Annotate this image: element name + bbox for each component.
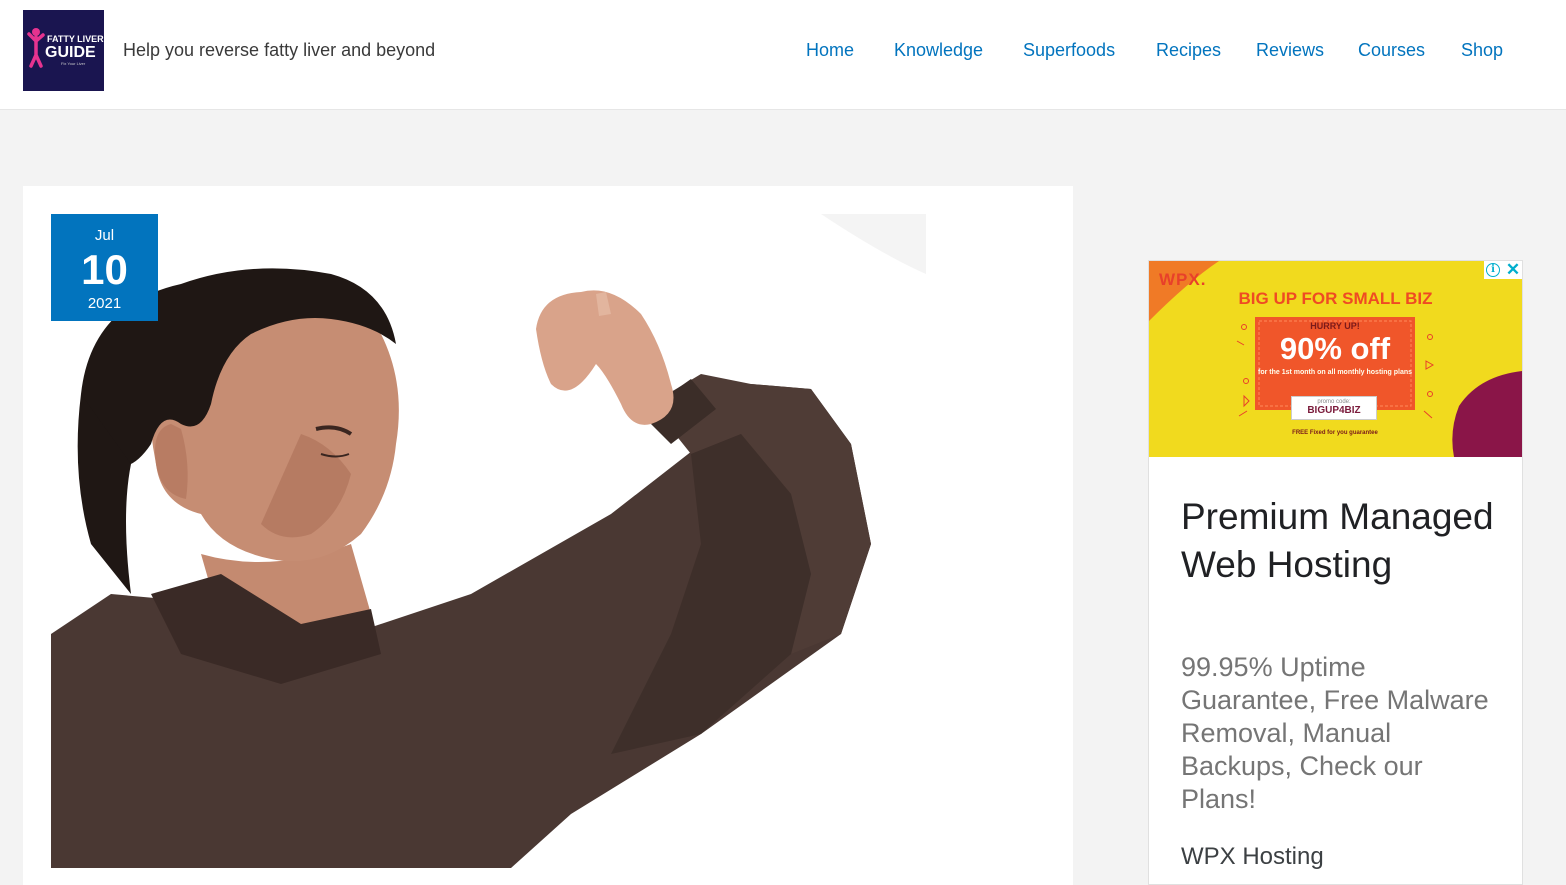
post-date-badge: Jul 10 2021 [51,214,158,321]
ad-banner-hurry: HURRY UP! [1310,321,1360,331]
ad-advertiser[interactable]: WPX Hosting [1181,843,1324,871]
nav-courses[interactable]: Courses [1358,40,1425,61]
ad-info-icon[interactable]: i [1486,263,1500,277]
nav-superfoods[interactable]: Superfoods [1023,40,1115,61]
ad-promo-code: BIGUP4BIZ [1307,405,1361,416]
post-date-year: 2021 [87,295,122,312]
sidebar-ad[interactable]: WPX. BIG UP FOR SMALL BIZ HURRY UP! 90% … [1148,260,1523,885]
ad-banner-headline: BIG UP FOR SMALL BIZ [1238,289,1433,308]
post-date-day: 10 [81,246,128,293]
ad-promo-box: promo code: BIGUP4BIZ [1291,396,1377,420]
featured-image[interactable] [51,214,926,868]
site-header: FATTY LIVER GUIDE Fix Your Liver Help yo… [0,0,1566,110]
ad-close-icon[interactable]: ✕ [1505,261,1521,279]
man-armpit-photo [51,214,926,868]
ad-banner-guarantee: FREE Fixed for you guarantee [1292,430,1378,436]
ad-banner-discount: 90% off [1279,331,1391,366]
nav-recipes[interactable]: Recipes [1156,40,1221,61]
ad-banner-subline: for the 1st month on all monthly hosting… [1258,369,1412,376]
ad-brand-logo: WPX. [1159,270,1207,289]
primary-nav: Home Knowledge Superfoods Recipes Review… [0,40,1566,64]
ad-banner[interactable]: WPX. BIG UP FOR SMALL BIZ HURRY UP! 90% … [1149,261,1522,457]
post-date-month: Jul [94,227,115,244]
ad-body[interactable]: 99.95% Uptime Guarantee, Free Malware Re… [1181,651,1501,816]
nav-knowledge[interactable]: Knowledge [894,40,983,61]
article-card: Jul 10 2021 [23,186,1073,885]
nav-reviews[interactable]: Reviews [1256,40,1324,61]
nav-shop[interactable]: Shop [1461,40,1503,61]
ad-choices: i ✕ [1484,261,1522,279]
ad-title[interactable]: Premium Managed Web Hosting [1181,493,1501,589]
nav-home[interactable]: Home [806,40,854,61]
